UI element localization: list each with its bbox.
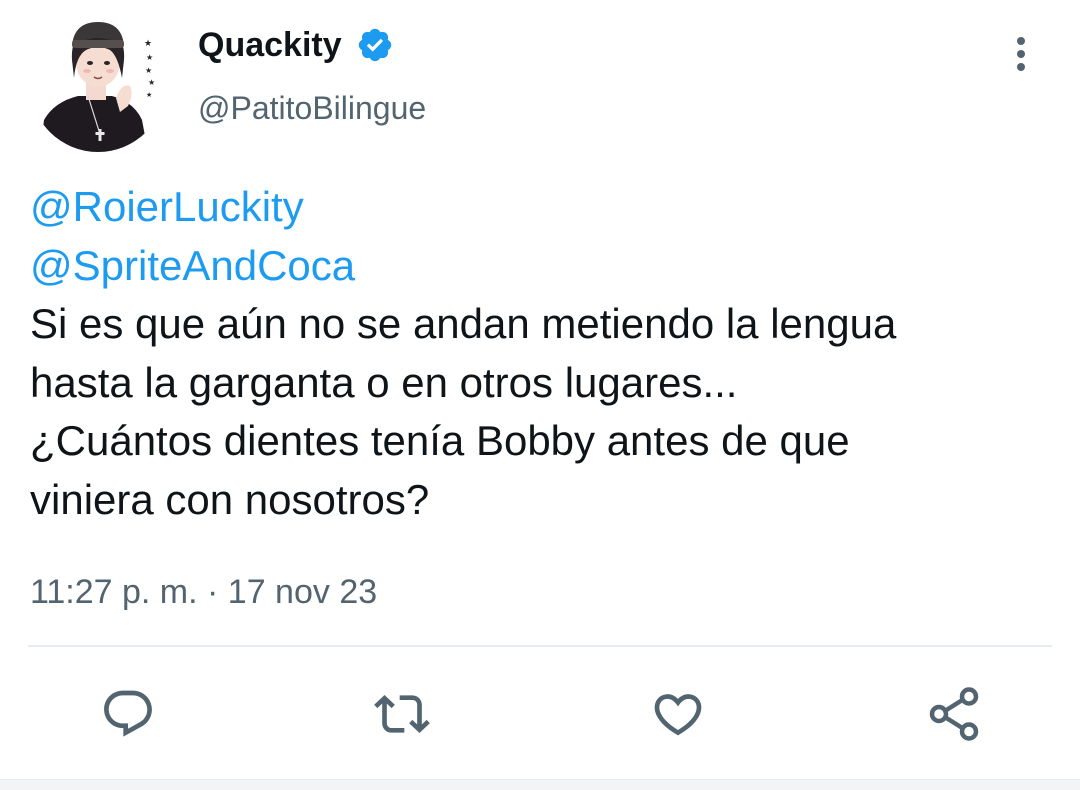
divider: [28, 645, 1052, 647]
more-options-button[interactable]: [1000, 30, 1042, 78]
share-button[interactable]: [922, 682, 986, 746]
share-icon: [929, 687, 979, 741]
section-divider: [0, 779, 1080, 790]
reply-button[interactable]: [96, 682, 160, 746]
tweet-text-line: Si es que aún no se andan metiendo la le…: [30, 300, 897, 347]
retweet-icon: [374, 695, 430, 733]
tweet-timestamp[interactable]: 11:27 p. m. · 17 nov 23: [30, 568, 377, 616]
mention-link[interactable]: @RoierLuckity: [30, 178, 1060, 237]
reply-icon: [104, 690, 152, 737]
retweet-button[interactable]: [370, 682, 434, 746]
mention-link[interactable]: @SpriteAndCoca: [30, 237, 1060, 296]
like-button[interactable]: [646, 682, 710, 746]
tweet-text: @RoierLuckity @SpriteAndCoca Si es que a…: [30, 178, 1060, 529]
svg-text:★: ★: [148, 78, 155, 87]
avatar-illustration: ★ ★ ★ ★ ★: [30, 16, 166, 152]
svg-text:★: ★: [145, 66, 152, 75]
svg-text:★: ★: [144, 39, 152, 49]
svg-text:★: ★: [146, 91, 152, 99]
tweet-text-line: viniera con nosotros?: [30, 475, 430, 523]
author-name-row[interactable]: Quackity: [198, 24, 394, 66]
author-handle[interactable]: @PatitoBilingue: [198, 86, 426, 130]
tweet-text-line: ¿Cuántos dientes tenía Bobby antes de qu…: [30, 417, 850, 464]
verified-badge-icon: [356, 26, 394, 64]
heart-icon: [654, 694, 702, 736]
author-display-name[interactable]: Quackity: [198, 24, 342, 66]
avatar[interactable]: ★ ★ ★ ★ ★: [30, 16, 166, 152]
svg-text:★: ★: [146, 53, 153, 62]
more-vertical-icon: [1017, 37, 1025, 71]
tweet-text-line: hasta la garganta o en otros lugares...: [30, 358, 738, 406]
